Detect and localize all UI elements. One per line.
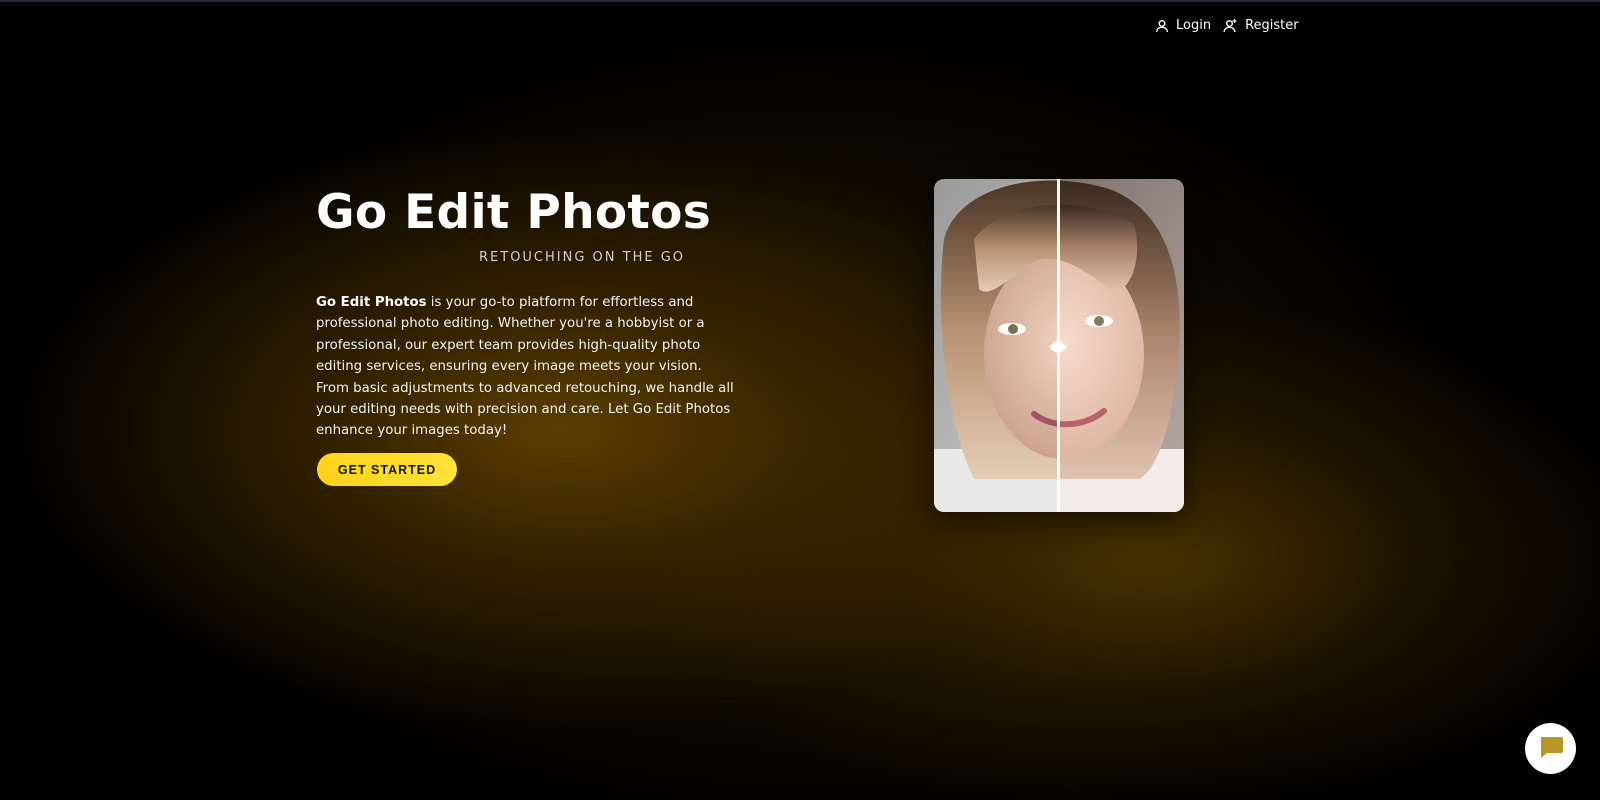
hero-title: Go Edit Photos — [316, 185, 712, 240]
hero-description: Go Edit Photos is your go-to platform fo… — [316, 292, 736, 442]
get-started-button[interactable]: GET STARTED — [317, 453, 457, 486]
description-brand: Go Edit Photos — [316, 295, 427, 310]
register-link[interactable]: Register — [1223, 18, 1299, 33]
login-label: Login — [1176, 18, 1212, 33]
description-text: is your go-to platform for effortless an… — [316, 295, 734, 439]
top-nav: Login Register — [1155, 18, 1299, 33]
chat-button[interactable] — [1525, 723, 1576, 774]
register-label: Register — [1245, 18, 1299, 33]
chat-bubble-icon — [1538, 735, 1564, 763]
top-border — [0, 0, 1600, 2]
user-plus-icon — [1223, 18, 1238, 33]
landing-page: Login Register Go Edit Photos RETOUCHING… — [0, 0, 1600, 800]
slider-handle-icon[interactable] — [1048, 337, 1068, 357]
before-after-slider[interactable] — [934, 179, 1184, 512]
login-link[interactable]: Login — [1155, 18, 1211, 33]
hero-subtitle: RETOUCHING ON THE GO — [479, 250, 686, 265]
user-icon — [1155, 19, 1169, 33]
